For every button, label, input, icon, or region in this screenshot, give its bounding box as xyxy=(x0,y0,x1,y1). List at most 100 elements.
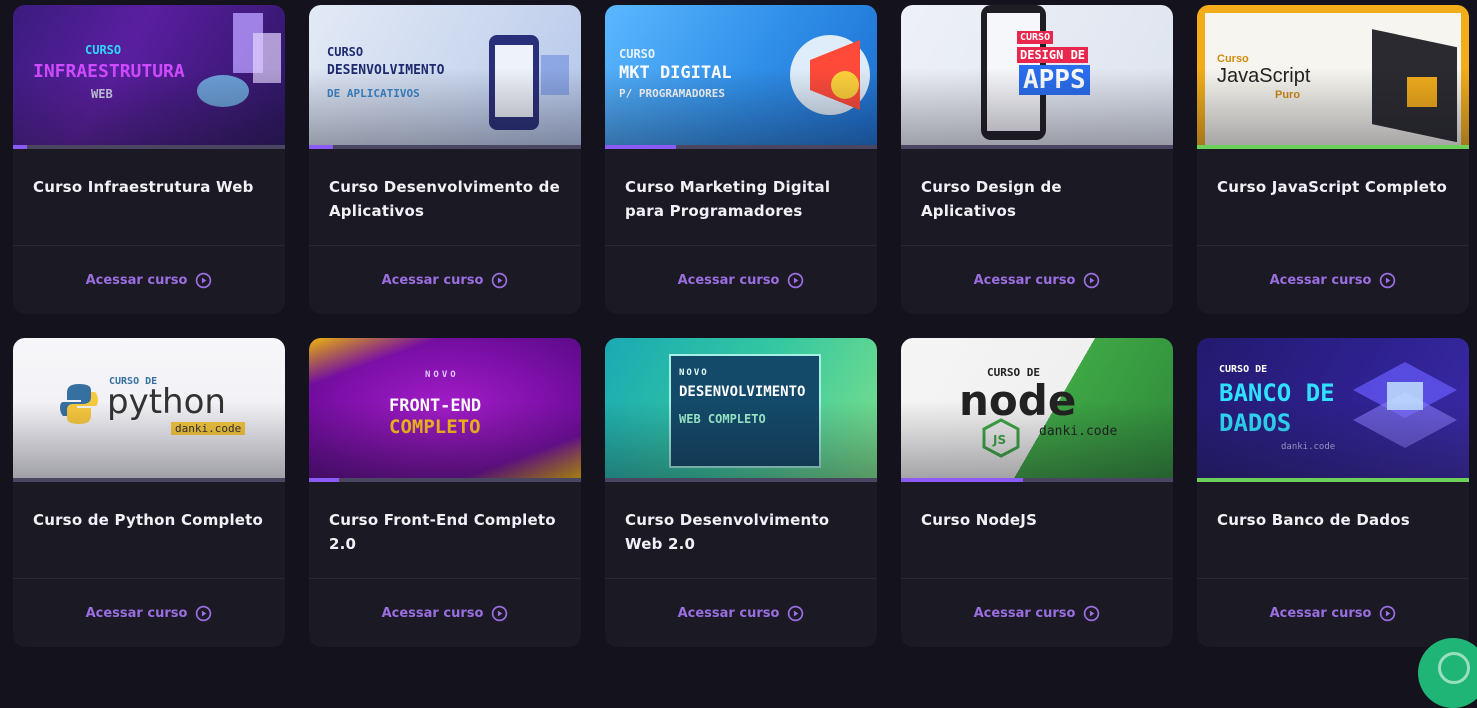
access-course-button[interactable]: Acessar curso xyxy=(13,246,285,314)
course-progress-fill xyxy=(309,145,334,149)
course-title: Curso NodeJS xyxy=(921,511,1038,529)
play-circle-icon xyxy=(1380,272,1396,288)
thumb-line3: APPS xyxy=(1019,65,1090,95)
access-course-label: Acessar curso xyxy=(1269,605,1372,621)
play-circle-icon xyxy=(492,272,508,288)
thumb-line1: CURSO DE xyxy=(987,366,1040,379)
thumb-line1: Curso xyxy=(1217,53,1249,65)
course-thumbnail[interactable]: CURSO DE python danki.code xyxy=(13,338,285,478)
course-progress xyxy=(13,145,285,149)
access-course-button[interactable]: Acessar curso xyxy=(605,246,877,314)
thumb-line2: MKT DIGITAL xyxy=(619,63,732,83)
course-progress xyxy=(901,145,1173,149)
thumb-line2: BANCO DE DADOS xyxy=(1219,379,1335,437)
access-course-label: Acessar curso xyxy=(677,272,780,288)
course-progress-fill xyxy=(309,478,339,482)
thumb-line2: JavaScript xyxy=(1217,65,1311,87)
course-card: NOVO FRONT-END COMPLETO Curso Front-End … xyxy=(309,338,581,647)
course-progress xyxy=(901,478,1173,482)
thumb-line1: CURSO xyxy=(619,47,656,61)
megaphone-illustration xyxy=(790,35,870,115)
course-card: CURSO DE node JS danki.code Curso NodeJS… xyxy=(901,338,1173,647)
course-card: NOVO DESENVOLVIMENTO WEB COMPLETO Curso … xyxy=(605,338,877,647)
course-title: Curso Design de Aplicativos xyxy=(921,178,1062,220)
thumb-line2: DESENVOLVIMENTO xyxy=(327,63,445,78)
access-course-button[interactable]: Acessar curso xyxy=(1197,246,1469,314)
access-course-button[interactable]: Acessar curso xyxy=(309,246,581,314)
python-logo-icon xyxy=(60,384,98,424)
thumb-accent xyxy=(309,338,581,478)
nodejs-hexagon-icon: JS xyxy=(982,418,1020,458)
course-thumbnail[interactable]: CURSO DESIGN DE APPS xyxy=(901,5,1173,145)
access-course-label: Acessar curso xyxy=(677,605,780,621)
server-illustration xyxy=(197,13,281,107)
chat-icon xyxy=(1438,652,1470,684)
course-title: Curso Desenvolvimento Web 2.0 xyxy=(625,511,830,553)
course-card: CURSO DESIGN DE APPS Curso Design de Apl… xyxy=(901,5,1173,314)
play-circle-icon xyxy=(788,272,804,288)
course-thumbnail[interactable]: CURSO DE BANCO DE DADOS danki.code xyxy=(1197,338,1469,478)
course-card: CURSO INFRAESTRUTURA WEB Curso Infraestr… xyxy=(13,5,285,314)
course-title: Curso Infraestrutura Web xyxy=(33,178,254,196)
thumb-line1: CURSO DE xyxy=(1219,364,1268,375)
course-title: Curso Desenvolvimento de Aplicativos xyxy=(329,178,560,220)
course-progress-fill xyxy=(1197,145,1469,149)
course-progress-fill xyxy=(605,145,676,149)
chat-button[interactable] xyxy=(1418,638,1477,708)
course-card: CURSO DE python danki.code Curso de Pyth… xyxy=(13,338,285,647)
play-circle-icon xyxy=(492,605,508,621)
thumb-line2: FRONT-END xyxy=(389,396,482,416)
thumb-line2: DESENVOLVIMENTO xyxy=(679,384,806,400)
thumb-line3: danki.code xyxy=(1039,424,1118,439)
course-thumbnail[interactable]: NOVO DESENVOLVIMENTO WEB COMPLETO xyxy=(605,338,877,478)
play-circle-icon xyxy=(1084,272,1100,288)
course-thumbnail[interactable]: CURSO DE node JS danki.code xyxy=(901,338,1173,478)
play-circle-icon xyxy=(196,272,212,288)
database-illustration xyxy=(1353,362,1457,448)
thumb-line3: Puro xyxy=(1275,89,1301,101)
play-circle-icon xyxy=(1084,605,1100,621)
course-card: CURSO DE BANCO DE DADOS danki.code Curso… xyxy=(1197,338,1469,647)
thumb-frame xyxy=(669,354,821,468)
thumb-line3: DE APLICATIVOS xyxy=(327,87,420,100)
course-thumbnail[interactable]: CURSO MKT DIGITAL P/ PROGRAMADORES xyxy=(605,5,877,145)
access-course-label: Acessar curso xyxy=(381,272,484,288)
course-grid: CURSO INFRAESTRUTURA WEB Curso Infraestr… xyxy=(13,5,1469,647)
access-course-button[interactable]: Acessar curso xyxy=(1197,579,1469,647)
course-progress-fill xyxy=(901,478,1024,482)
access-course-button[interactable]: Acessar curso xyxy=(13,579,285,647)
thumb-line1: CURSO xyxy=(327,45,364,59)
thumb-line3: danki.code xyxy=(171,422,246,435)
course-progress xyxy=(13,478,285,482)
course-title: Curso de Python Completo xyxy=(33,511,264,529)
access-course-button[interactable]: Acessar curso xyxy=(605,579,877,647)
access-course-label: Acessar curso xyxy=(973,605,1076,621)
access-course-button[interactable]: Acessar curso xyxy=(901,579,1173,647)
access-course-label: Acessar curso xyxy=(973,272,1076,288)
thumb-line2: INFRAESTRUTURA xyxy=(33,61,185,82)
course-progress xyxy=(309,145,581,149)
thumb-line1: NOVO xyxy=(679,368,709,378)
access-course-label: Acessar curso xyxy=(85,605,188,621)
thumb-line3: COMPLETO xyxy=(389,416,481,438)
course-thumbnail[interactable]: Curso JavaScript Puro xyxy=(1197,5,1469,145)
thumb-line3: P/ PROGRAMADORES xyxy=(619,87,725,100)
thumb-line2: python xyxy=(107,382,226,422)
access-course-button[interactable]: Acessar curso xyxy=(309,579,581,647)
course-title: Curso Front-End Completo 2.0 xyxy=(329,511,556,553)
course-title: Curso JavaScript Completo xyxy=(1217,178,1447,196)
thumb-line1: CURSO xyxy=(85,43,122,57)
course-thumbnail[interactable]: CURSO INFRAESTRUTURA WEB xyxy=(13,5,285,145)
play-circle-icon xyxy=(196,605,212,621)
course-card: Curso JavaScript Puro Curso JavaScript C… xyxy=(1197,5,1469,314)
thumb-line3: WEB xyxy=(91,87,113,101)
access-course-button[interactable]: Acessar curso xyxy=(901,246,1173,314)
course-thumbnail[interactable]: CURSO DESENVOLVIMENTO DE APLICATIVOS xyxy=(309,5,581,145)
course-thumbnail[interactable]: NOVO FRONT-END COMPLETO xyxy=(309,338,581,478)
course-card: CURSO DESENVOLVIMENTO DE APLICATIVOS Cur… xyxy=(309,5,581,314)
course-progress xyxy=(605,145,877,149)
thumb-line3: danki.code xyxy=(1281,442,1336,452)
thumb-line1: CURSO xyxy=(1017,31,1054,44)
play-circle-icon xyxy=(1380,605,1396,621)
thumb-panel xyxy=(1205,13,1461,145)
